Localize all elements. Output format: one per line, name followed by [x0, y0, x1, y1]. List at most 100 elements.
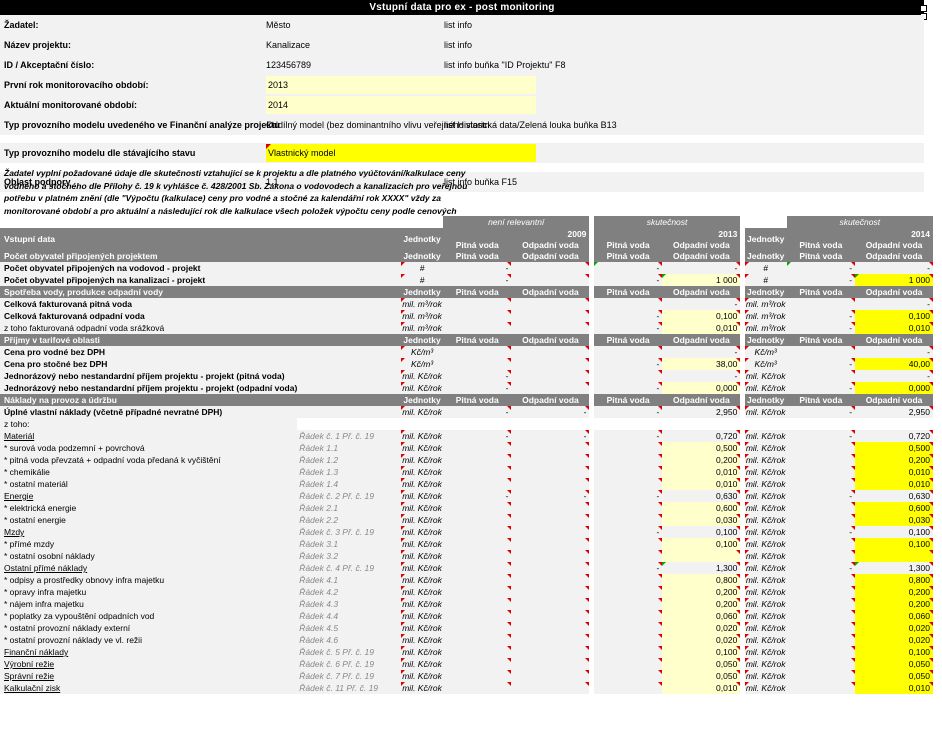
cell-odpadni-2014[interactable]: 0,600: [855, 502, 933, 514]
cell-odpadni-2013[interactable]: 0,010: [662, 322, 741, 334]
cell-odpadni-2009[interactable]: [511, 514, 590, 526]
cell-odpadni-2013[interactable]: 38,00: [662, 358, 741, 370]
cell-odpadni-2013[interactable]: 1,300: [662, 562, 741, 574]
cell-pitna-2009[interactable]: -: [442, 430, 512, 442]
cell-pitna-2013[interactable]: [593, 550, 663, 562]
cell-pitna-2013[interactable]: [593, 586, 663, 598]
cell-pitna-2013[interactable]: -: [593, 322, 663, 334]
cell-odpadni-2009[interactable]: [511, 670, 590, 682]
cell-pitna-2014[interactable]: [786, 370, 856, 382]
cell-pitna-2013[interactable]: [593, 598, 663, 610]
cell-odpadni-2013[interactable]: 0,030: [662, 514, 741, 526]
cell-odpadni-2014[interactable]: -: [855, 262, 933, 274]
cell-odpadni-2013[interactable]: 0,050: [662, 670, 741, 682]
cell-odpadni-2009[interactable]: [511, 274, 590, 286]
cell-odpadni-2013[interactable]: 0,060: [662, 610, 741, 622]
cell-pitna-2009[interactable]: [442, 670, 512, 682]
cell-pitna-2014[interactable]: [786, 682, 856, 694]
cell-odpadni-2014[interactable]: 0,010: [855, 682, 933, 694]
cell-pitna-2009[interactable]: [442, 622, 512, 634]
cell-odpadni-2013[interactable]: 2,950: [662, 406, 741, 418]
cell-odpadni-2009[interactable]: [511, 310, 590, 322]
cell-pitna-2014[interactable]: [786, 502, 856, 514]
cell-pitna-2013[interactable]: -: [593, 406, 663, 418]
cell-pitna-2009[interactable]: -: [442, 262, 512, 274]
cell-pitna-2014[interactable]: -: [786, 310, 856, 322]
resize-handle-top[interactable]: [920, 5, 927, 12]
cell-pitna-2009[interactable]: [442, 466, 512, 478]
cell-odpadni-2013[interactable]: 0,100: [662, 526, 741, 538]
cell-pitna-2013[interactable]: -: [593, 358, 663, 370]
cell-odpadni-2014[interactable]: 0,050: [855, 658, 933, 670]
cell-odpadni-2013[interactable]: 0,630: [662, 490, 741, 502]
cell-pitna-2009[interactable]: -: [442, 370, 512, 382]
cell-pitna-2009[interactable]: -: [442, 382, 512, 394]
cell-odpadni-2013[interactable]: -: [662, 262, 741, 274]
cell-odpadni-2009[interactable]: [511, 418, 590, 430]
cell-pitna-2014[interactable]: -: [786, 274, 856, 286]
info-row-value[interactable]: Město: [266, 15, 291, 35]
cell-odpadni-2013[interactable]: 0,720: [662, 430, 741, 442]
cell-pitna-2014[interactable]: -: [786, 262, 856, 274]
cell-odpadni-2013[interactable]: 0,100: [662, 310, 741, 322]
cell-pitna-2014[interactable]: [786, 346, 856, 358]
cell-pitna-2014[interactable]: [786, 586, 856, 598]
cell-pitna-2009[interactable]: [442, 478, 512, 490]
cell-odpadni-2009[interactable]: [511, 598, 590, 610]
cell-pitna-2014[interactable]: -: [786, 322, 856, 334]
cell-pitna-2013[interactable]: [593, 658, 663, 670]
cell-odpadni-2014[interactable]: 0,200: [855, 598, 933, 610]
cell-pitna-2014[interactable]: -: [786, 490, 856, 502]
cell-pitna-2013[interactable]: [593, 622, 663, 634]
cell-odpadni-2013[interactable]: 0,010: [662, 478, 741, 490]
cell-odpadni-2014[interactable]: [855, 550, 933, 562]
cell-odpadni-2009[interactable]: [511, 466, 590, 478]
cell-odpadni-2013[interactable]: 0,200: [662, 454, 741, 466]
cell-pitna-2009[interactable]: [442, 538, 512, 550]
cell-pitna-2009[interactable]: [442, 574, 512, 586]
cell-pitna-2013[interactable]: [593, 514, 663, 526]
info-row-value[interactable]: 123456789: [266, 55, 311, 75]
cell-odpadni-2013[interactable]: 0,010: [662, 466, 741, 478]
cell-odpadni-2009[interactable]: [511, 502, 590, 514]
cell-pitna-2014[interactable]: [786, 610, 856, 622]
cell-pitna-2009[interactable]: [442, 646, 512, 658]
cell-pitna-2014[interactable]: [786, 670, 856, 682]
cell-pitna-2013[interactable]: -: [593, 562, 663, 574]
info-row-input[interactable]: 2013: [266, 76, 536, 94]
cell-odpadni-2014[interactable]: 0,010: [855, 322, 933, 334]
cell-pitna-2014[interactable]: [786, 466, 856, 478]
cell-pitna-2014[interactable]: -: [786, 562, 856, 574]
cell-pitna-2009[interactable]: [442, 682, 512, 694]
cell-pitna-2009[interactable]: [442, 514, 512, 526]
cell-pitna-2013[interactable]: -: [593, 490, 663, 502]
cell-odpadni-2014[interactable]: 0,100: [855, 526, 933, 538]
cell-pitna-2014[interactable]: [786, 478, 856, 490]
cell-odpadni-2014[interactable]: 0,010: [855, 466, 933, 478]
cell-pitna-2013[interactable]: [593, 298, 663, 310]
cell-pitna-2014[interactable]: [786, 574, 856, 586]
cell-pitna-2014[interactable]: [786, 646, 856, 658]
cell-odpadni-2014[interactable]: 0,630: [855, 490, 933, 502]
cell-odpadni-2014[interactable]: 0,020: [855, 622, 933, 634]
cell-odpadni-2009[interactable]: [511, 574, 590, 586]
cell-pitna-2009[interactable]: -: [442, 490, 512, 502]
cell-pitna-2009[interactable]: [442, 310, 512, 322]
info-row-input[interactable]: Vlastnický model: [266, 144, 536, 162]
cell-pitna-2013[interactable]: [593, 478, 663, 490]
cell-pitna-2013[interactable]: [593, 418, 663, 430]
cell-odpadni-2014[interactable]: [855, 418, 933, 430]
cell-pitna-2009[interactable]: [442, 550, 512, 562]
cell-pitna-2013[interactable]: [593, 610, 663, 622]
cell-odpadni-2009[interactable]: [511, 454, 590, 466]
cell-pitna-2014[interactable]: [786, 550, 856, 562]
cell-odpadni-2009[interactable]: [511, 346, 590, 358]
cell-pitna-2014[interactable]: [786, 418, 856, 430]
cell-pitna-2014[interactable]: [786, 538, 856, 550]
cell-odpadni-2009[interactable]: [511, 634, 590, 646]
cell-odpadni-2009[interactable]: [511, 550, 590, 562]
cell-pitna-2014[interactable]: [786, 514, 856, 526]
cell-odpadni-2009[interactable]: [511, 526, 590, 538]
cell-pitna-2009[interactable]: [442, 502, 512, 514]
cell-odpadni-2013[interactable]: [662, 418, 741, 430]
